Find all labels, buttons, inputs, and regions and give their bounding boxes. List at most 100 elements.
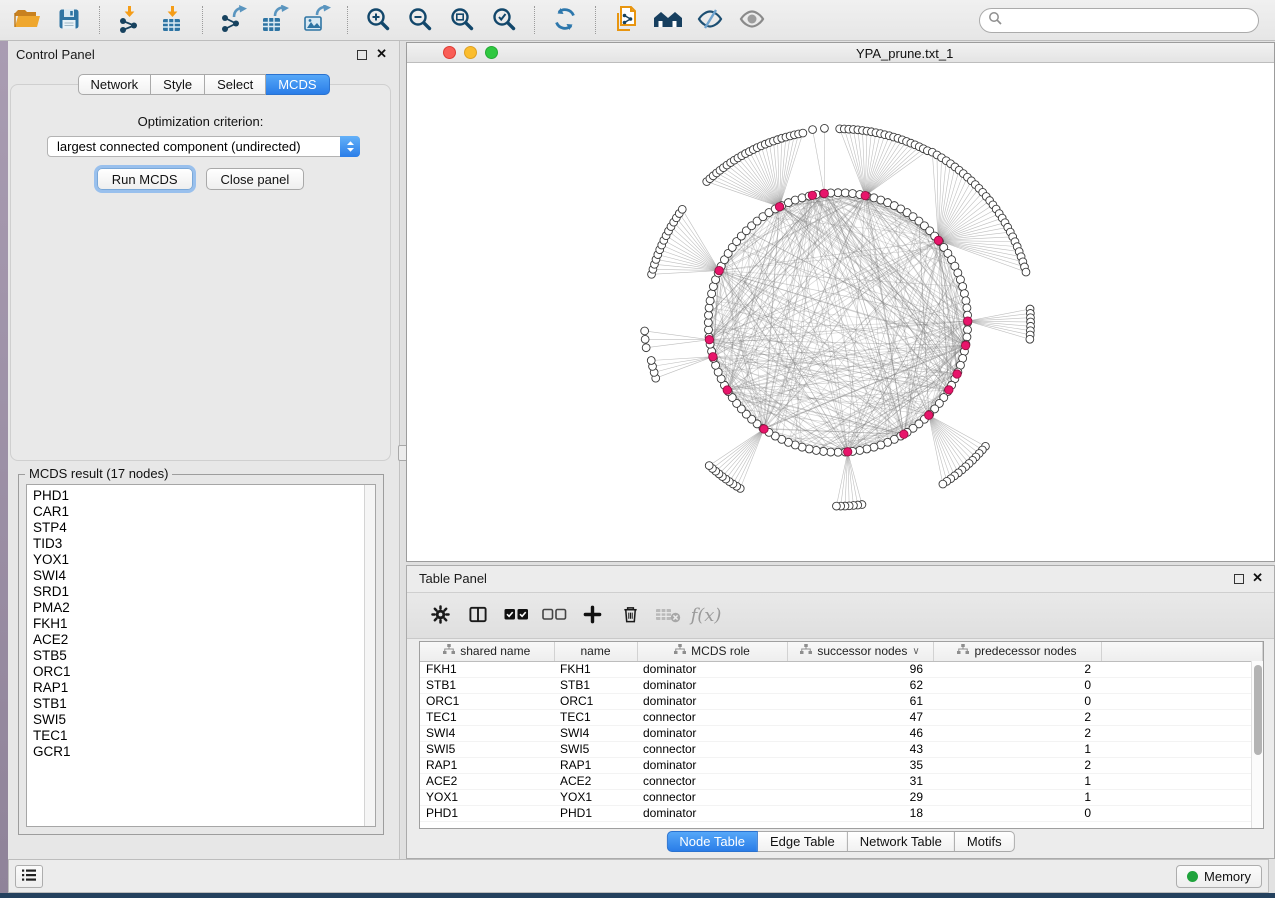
mcds-tab-content: Optimization criterion: largest connecte… [10, 84, 391, 461]
memory-button[interactable]: Memory [1176, 865, 1262, 888]
column-header-shared-name[interactable]: shared name [420, 642, 554, 661]
close-table-panel-icon[interactable]: ✕ [1252, 571, 1263, 585]
import-network-button[interactable] [112, 3, 148, 37]
run-mcds-button[interactable]: Run MCDS [97, 168, 193, 190]
tab-select[interactable]: Select [205, 74, 266, 95]
mcds-result-item[interactable]: ACE2 [33, 632, 361, 648]
float-panel-icon[interactable] [357, 50, 367, 60]
workspace-pane: YPA_prune.txt_1 Table Panel ✕ [406, 41, 1275, 859]
table-row[interactable]: YOX1 YOX1 connector 29 1 [420, 789, 1263, 805]
twin-house-button[interactable] [650, 3, 686, 37]
table-scrollbar-thumb[interactable] [1254, 665, 1262, 755]
tab-style[interactable]: Style [151, 74, 205, 95]
mcds-result-item[interactable]: FKH1 [33, 616, 361, 632]
export-network-button[interactable] [215, 3, 251, 37]
zoom-in-button[interactable] [360, 3, 396, 37]
table-row[interactable]: FKH1 FKH1 dominator 96 2 [420, 661, 1263, 677]
delete-column-button[interactable] [615, 601, 645, 631]
table-row[interactable]: ACE2 ACE2 connector 31 1 [420, 773, 1263, 789]
table-row[interactable]: RAP1 RAP1 dominator 35 2 [420, 757, 1263, 773]
mcds-result-item[interactable]: TEC1 [33, 728, 361, 744]
table-row[interactable]: ORC1 ORC1 dominator 61 0 [420, 693, 1263, 709]
column-header-mcds-role[interactable]: MCDS role [637, 642, 787, 661]
network-graph[interactable] [407, 63, 1274, 561]
open-session-button[interactable] [9, 3, 45, 37]
tab-node-table[interactable]: Node Table [666, 831, 758, 852]
toolbar-separator [534, 6, 535, 34]
mcds-result-item[interactable]: GCR1 [33, 744, 361, 760]
mcds-result-item[interactable]: PHD1 [33, 488, 361, 504]
table-scrollbar[interactable] [1251, 661, 1263, 828]
mcds-result-item[interactable]: YOX1 [33, 552, 361, 568]
export-network-icon [219, 5, 247, 36]
tab-network[interactable]: Network [77, 74, 151, 95]
application-window: Control Panel ✕ Network Style Select MCD… [0, 0, 1275, 893]
floppy-icon [57, 7, 81, 34]
mcds-result-item[interactable]: SWI4 [33, 568, 361, 584]
delete-table-button[interactable] [653, 601, 683, 631]
table-row[interactable]: TEC1 TEC1 connector 47 2 [420, 709, 1263, 725]
table-row[interactable]: SWI5 SWI5 connector 43 1 [420, 741, 1263, 757]
mcds-result-list[interactable]: PHD1CAR1STP4TID3YOX1SWI4SRD1PMA2FKH1ACE2… [26, 484, 376, 827]
mcds-list-scrollbar[interactable] [364, 485, 375, 826]
zoom-fit-button[interactable] [444, 3, 480, 37]
float-table-panel-icon[interactable] [1234, 574, 1244, 584]
close-panel-icon[interactable]: ✕ [376, 47, 387, 61]
table-row[interactable]: PHD1 PHD1 dominator 18 0 [420, 805, 1263, 821]
show-columns-button[interactable] [463, 601, 493, 631]
tab-edge-table[interactable]: Edge Table [758, 831, 848, 852]
save-session-button[interactable] [51, 3, 87, 37]
search-field[interactable] [979, 8, 1259, 33]
eye-button[interactable] [734, 3, 770, 37]
document-share-icon [613, 5, 639, 36]
task-history-button[interactable] [15, 865, 43, 888]
table-row[interactable]: STB1 STB1 dominator 62 0 [420, 677, 1263, 693]
search-input[interactable] [1008, 14, 1250, 28]
refresh-icon [552, 6, 578, 35]
add-column-button[interactable] [577, 601, 607, 631]
mcds-result-item[interactable]: TID3 [33, 536, 361, 552]
export-table-button[interactable] [257, 3, 293, 37]
network-canvas[interactable] [407, 63, 1274, 561]
mcds-result-item[interactable]: STB5 [33, 648, 361, 664]
maximize-window-icon[interactable] [485, 46, 498, 59]
export-image-button[interactable] [299, 3, 335, 37]
column-header-filler [1101, 642, 1263, 661]
zoom-out-button[interactable] [402, 3, 438, 37]
mcds-buttons: Run MCDS Close panel [11, 168, 390, 190]
trash-icon [621, 604, 640, 627]
table-body: FKH1 FKH1 dominator 96 2 STB1 STB1 [420, 661, 1263, 821]
close-window-icon[interactable] [443, 46, 456, 59]
refresh-layout-button[interactable] [547, 3, 583, 37]
tab-network-table[interactable]: Network Table [848, 831, 955, 852]
mcds-result-item[interactable]: STP4 [33, 520, 361, 536]
column-header-predecessor-nodes[interactable]: predecessor nodes [933, 642, 1101, 661]
mcds-result-item[interactable]: STB1 [33, 696, 361, 712]
mcds-result-item[interactable]: ORC1 [33, 664, 361, 680]
mcds-result-item[interactable]: RAP1 [33, 680, 361, 696]
column-header-name[interactable]: name [554, 642, 637, 661]
tab-mcds[interactable]: MCDS [266, 74, 329, 95]
zoom-selected-button[interactable] [486, 3, 522, 37]
tab-motifs[interactable]: Motifs [955, 831, 1015, 852]
mcds-result-item[interactable]: CAR1 [33, 504, 361, 520]
table-settings-button[interactable] [425, 601, 455, 631]
mcds-result-item[interactable]: SWI5 [33, 712, 361, 728]
select-all-button[interactable] [501, 601, 531, 631]
hierarchy-icon [443, 644, 455, 658]
close-panel-button[interactable]: Close panel [206, 168, 305, 190]
control-panel-tabs: Network Style Select MCDS [77, 74, 329, 95]
deselect-all-button[interactable] [539, 601, 569, 631]
optimization-criterion-select[interactable]: largest connected component (undirected) [47, 136, 360, 157]
hierarchy-icon [957, 644, 969, 658]
eye-slash-button[interactable] [692, 3, 728, 37]
table-row[interactable]: SWI4 SWI4 dominator 46 2 [420, 725, 1263, 741]
mcds-result-item[interactable]: SRD1 [33, 584, 361, 600]
import-table-button[interactable] [154, 3, 190, 37]
network-window-titlebar[interactable]: YPA_prune.txt_1 [407, 43, 1274, 63]
document-share-button[interactable] [608, 3, 644, 37]
minimize-window-icon[interactable] [464, 46, 477, 59]
function-builder-button[interactable]: f(x) [691, 601, 721, 631]
mcds-result-item[interactable]: PMA2 [33, 600, 361, 616]
column-header-successor-nodes[interactable]: successor nodes∨ [787, 642, 933, 661]
